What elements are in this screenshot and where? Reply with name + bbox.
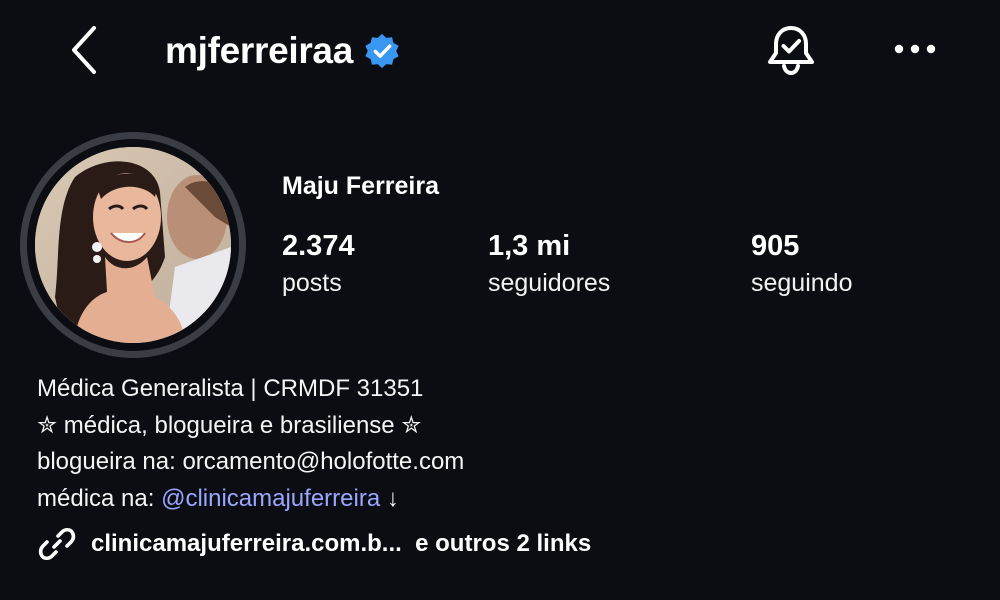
- posts-count: 2.374: [282, 230, 355, 262]
- clinic-mention-link[interactable]: @clinicamajuferreira: [161, 485, 380, 512]
- external-links[interactable]: clinicamajuferreira.com.b... e outros 2 …: [37, 524, 591, 564]
- bio-clinic-suffix: ↓: [380, 484, 399, 512]
- following-count: 905: [751, 230, 800, 262]
- more-options-button[interactable]: [890, 34, 940, 64]
- followers-count: 1,3 mi: [488, 230, 571, 262]
- bio-line-clinic: médica na: @clinicamajuferreira ↓: [37, 481, 464, 518]
- following-stat[interactable]: 905 seguindo: [751, 230, 852, 298]
- username: mjferreiraa: [165, 30, 353, 71]
- posts-stat[interactable]: 2.374 posts: [282, 230, 355, 298]
- bell-check-icon: [768, 26, 814, 76]
- bio-line-tagline: ✮ médica, blogueira e brasiliense ✮: [37, 411, 422, 439]
- avatar-ring[interactable]: [20, 132, 246, 358]
- following-label: seguindo: [751, 269, 853, 297]
- link-icon: [38, 527, 76, 561]
- bio: Médica Generalista | CRMDF 31351 ✮ médic…: [37, 371, 464, 517]
- profile-photo: [35, 147, 231, 343]
- bio-line-profession: Médica Generalista | CRMDF 31351: [37, 375, 424, 402]
- back-button[interactable]: [66, 24, 106, 76]
- followers-stat[interactable]: 1,3 mi seguidores: [488, 230, 610, 298]
- bio-line-contact: blogueira na: orcamento@holofotte.com: [37, 448, 465, 475]
- chevron-left-icon: [72, 26, 96, 74]
- followers-label: seguidores: [488, 269, 611, 297]
- verified-badge-icon: [365, 33, 399, 69]
- posts-label: posts: [282, 269, 342, 297]
- username-header: mjferreiraa: [165, 26, 401, 76]
- notifications-bell-button[interactable]: [764, 22, 818, 78]
- display-name: Maju Ferreira: [282, 172, 440, 200]
- bio-clinic-prefix: médica na:: [37, 484, 162, 512]
- links-text[interactable]: clinicamajuferreira.com.b... e outros 2 …: [91, 530, 591, 558]
- avatar[interactable]: [35, 147, 231, 343]
- more-horizontal-icon: [894, 44, 936, 54]
